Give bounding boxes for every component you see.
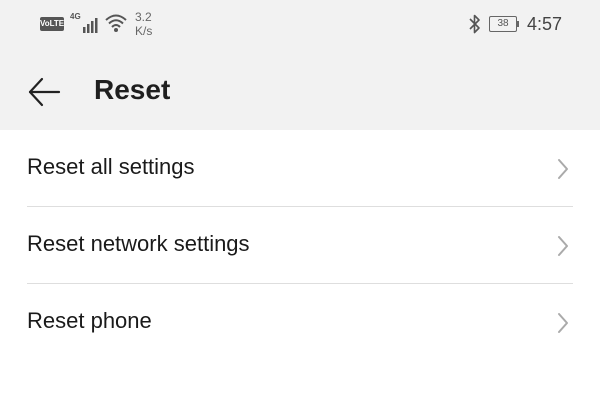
reset-options-list: Reset all settings Reset network setting… [0,130,600,361]
clock: 4:57 [527,14,563,34]
network-type-label: 4G [70,12,81,21]
list-item-label: Reset all settings [27,154,195,179]
arrow-left-icon [28,77,61,107]
list-item-label: Reset network settings [27,231,250,256]
battery-icon: 38 [489,16,517,32]
volte-icon: VoLTE [40,17,64,31]
chevron-right-icon [558,313,568,333]
chevron-right-icon [558,236,568,256]
back-button[interactable] [26,74,62,110]
reset-network-settings-item[interactable]: Reset network settings [27,207,573,284]
battery-tip [517,21,519,27]
chevron-right-icon [558,159,568,179]
page-title: Reset [94,74,171,105]
wifi-icon [105,14,127,32]
network-speed: 3.2 K/s [135,10,152,38]
list-item-label: Reset phone [27,308,152,333]
reset-phone-item[interactable]: Reset phone [27,284,573,361]
bluetooth-icon [469,14,480,34]
speed-unit: K/s [135,24,153,38]
reset-all-settings-item[interactable]: Reset all settings [27,130,573,207]
page-header: Reset [0,50,600,130]
speed-value: 3.2 [135,10,152,24]
signal-icon: 4G [70,12,98,33]
status-bar: VoLTE 4G 3.2 K/s 38 4:57 [0,0,600,50]
